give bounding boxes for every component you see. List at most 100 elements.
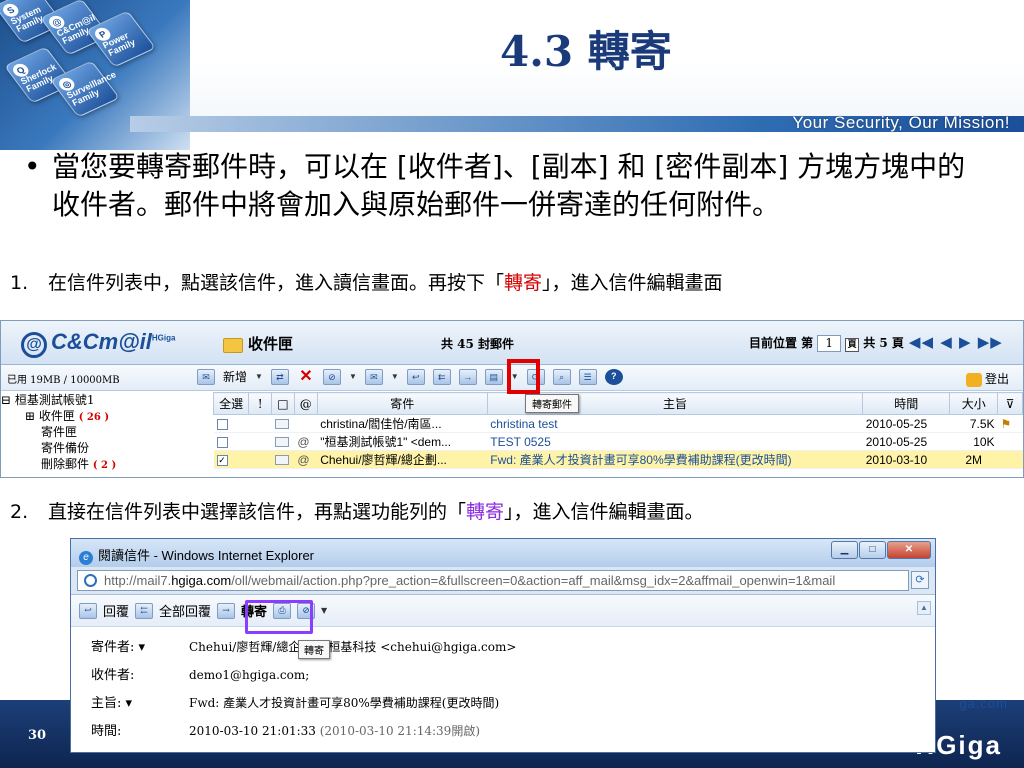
- mail-list-header: 全選 ! □ @ 寄件 主旨 時間 大小 ⊽: [212, 392, 1023, 415]
- chevron-down-icon[interactable]: ▼: [255, 372, 263, 381]
- search-icon[interactable]: ⌕: [552, 368, 571, 385]
- table-row-selected[interactable]: ✓ @ Chehui/廖哲輝/總企劃... Fwd: 產業人才投資計畫可享80%…: [213, 450, 1023, 469]
- step-2: 2. 直接在信件列表中選擇該信件，再點選功能列的「轉寄」，進入信件編輯畫面。: [10, 501, 704, 523]
- forward-tooltip: 轉寄郵件: [525, 394, 579, 413]
- quota-usage: 已用 19MB / 10000MB: [7, 375, 120, 386]
- row-size: 7.5K: [949, 414, 998, 433]
- tree-account[interactable]: ⊟ 桓基測試帳號1: [1, 392, 209, 408]
- key-icon: [965, 372, 982, 387]
- scrollbar-up-arrow[interactable]: ▲: [917, 601, 931, 615]
- tree-sent[interactable]: 寄件備份: [1, 440, 209, 456]
- to-row: 收件者: demo1@hgiga.com;: [91, 668, 310, 683]
- ccmail-logo: @ C&Cm@ilHGiga: [21, 329, 175, 358]
- help-icon[interactable]: ?: [604, 368, 623, 385]
- step-1: 1. 在信件列表中，點選該信件，進入讀信畫面。再按下「轉寄」，進入信件編輯畫面: [10, 272, 723, 294]
- select-all-header[interactable]: 全選: [212, 392, 250, 415]
- chevron-down-icon[interactable]: ▼: [391, 372, 399, 381]
- pagination: 目前位置 第1頁共 5 頁 ◀◀ ◀ ▶ ▶▶: [749, 333, 1003, 352]
- webmail-screenshot: @ C&Cm@ilHGiga 收件匣 共 45 封郵件 目前位置 第1頁共 5 頁…: [0, 320, 1024, 478]
- table-row[interactable]: christina/閻佳怡/南區... christina test 2010-…: [213, 414, 1023, 433]
- page-nav-arrows[interactable]: ◀◀ ◀ ▶ ▶▶: [909, 333, 1003, 351]
- flag-icon: ⚑: [997, 414, 1023, 433]
- row-size: 2M: [949, 450, 998, 469]
- attachment-header[interactable]: @: [293, 392, 318, 415]
- row-checkbox[interactable]: [216, 436, 228, 448]
- ie-titlebar: e 閱讀信件 - Windows Internet Explorer ▁ □ ✕: [71, 539, 935, 567]
- chevron-down-icon[interactable]: ▼: [321, 606, 327, 615]
- new-button[interactable]: 新增: [223, 368, 247, 385]
- delete-icon[interactable]: ✕: [297, 368, 315, 385]
- page-icon: [84, 574, 97, 587]
- row-sender[interactable]: Chehui/廖哲輝/總企劃...: [317, 450, 488, 469]
- forward-icon[interactable]: →: [458, 368, 477, 385]
- reply-all-icon[interactable]: ⇇: [432, 368, 451, 385]
- table-row[interactable]: @ "桓基測試帳號1" <dem... TEST 0525 2010-05-25…: [213, 432, 1023, 451]
- refresh-icon[interactable]: ⟳: [911, 571, 929, 589]
- row-date: 2010-05-25: [862, 432, 950, 451]
- page-number: 30: [28, 728, 47, 743]
- row-checkbox[interactable]: [216, 418, 228, 430]
- reply-icon[interactable]: ↩: [406, 368, 425, 385]
- bullet-text: 當您要轉寄郵件時，可以在 [收件者]、[副本] 和 [密件副本] 方塊方塊中的收…: [52, 150, 966, 221]
- mail-count: 共 45 封郵件: [441, 337, 515, 351]
- attachment-icon: @: [294, 432, 318, 451]
- folder-icon: [223, 337, 243, 353]
- tree-trash[interactable]: 刪除郵件 ( 2 ): [1, 456, 209, 472]
- step-2-keyword: 轉寄: [466, 501, 505, 523]
- close-button[interactable]: ✕: [887, 541, 931, 559]
- block-icon[interactable]: ⊘: [322, 368, 341, 385]
- row-subject[interactable]: TEST 0525: [487, 432, 863, 451]
- status-header[interactable]: □: [271, 392, 295, 415]
- size-header[interactable]: 大小: [949, 392, 999, 415]
- row-date: 2010-03-10: [862, 450, 950, 469]
- date-header[interactable]: 時間: [862, 392, 951, 415]
- row-sender[interactable]: "桓基測試帳號1" <dem...: [317, 432, 488, 451]
- move-icon[interactable]: ⇄: [270, 368, 289, 385]
- mail-list: 全選 ! □ @ 寄件 主旨 時間 大小 ⊽ christina/閻佳怡/南區.…: [212, 392, 1023, 469]
- tree-inbox[interactable]: ⊞ 收件匣 ( 26 ): [1, 408, 209, 424]
- logout-button[interactable]: 登出: [965, 370, 1009, 387]
- envelope-icon: [274, 419, 289, 430]
- reply-all-icon[interactable]: ⇇: [135, 602, 154, 619]
- forward-tooltip: 轉寄: [298, 640, 330, 659]
- motto: Your Security, Our Mission!: [792, 113, 1010, 132]
- reply-all-button[interactable]: 全部回覆: [159, 601, 211, 620]
- view-icon[interactable]: ▤: [484, 368, 503, 385]
- ie-window-screenshot: e 閱讀信件 - Windows Internet Explorer ▁ □ ✕ …: [70, 538, 936, 753]
- maximize-button[interactable]: □: [859, 541, 886, 559]
- filter-header[interactable]: ⊽: [997, 392, 1023, 415]
- tree-outbox[interactable]: 寄件匣: [1, 424, 209, 440]
- row-checkbox[interactable]: ✓: [216, 454, 228, 466]
- go-page-button[interactable]: 頁: [845, 338, 860, 352]
- forward-icon[interactable]: →: [217, 602, 236, 619]
- minimize-button[interactable]: ▁: [831, 541, 858, 559]
- read-mark-icon[interactable]: ✉: [364, 368, 383, 385]
- read-toolbar: ↩ 回覆 ⇇ 全部回覆 → 轉寄 ⎙ ⊘ ▼: [71, 595, 935, 627]
- contacts-icon[interactable]: ☰: [578, 368, 597, 385]
- ie-icon: e: [79, 551, 93, 565]
- toolbar-buttons: ✉ 新增 ▼ ⇄ ✕ ⊘ ▼ ✉ ▼ ↩ ⇇ → ▤ ▼ ⟳ ⌕ ☰ ?: [197, 368, 623, 385]
- row-subject[interactable]: christina test: [487, 414, 863, 433]
- bullet-paragraph: • 當您要轉寄郵件時，可以在 [收件者]、[副本] 和 [密件副本] 方塊方塊中…: [22, 148, 982, 224]
- attachment-icon: @: [294, 450, 318, 469]
- forward-highlight-box: [507, 359, 540, 394]
- envelope-icon: [274, 455, 289, 466]
- row-date: 2010-05-25: [862, 414, 950, 433]
- priority-header[interactable]: !: [248, 392, 273, 415]
- row-subject[interactable]: Fwd: 產業人才投資計畫可享80%學費補助課程(更改時間): [487, 450, 863, 469]
- row-size: 10K: [949, 432, 998, 451]
- url-field[interactable]: http://mail7.hgiga.com/oll/webmail/actio…: [77, 570, 909, 591]
- envelope-icon: [274, 437, 289, 448]
- chevron-down-icon[interactable]: ▼: [349, 372, 357, 381]
- reply-button[interactable]: 回覆: [103, 601, 129, 620]
- step-1-keyword: 轉寄: [504, 272, 543, 294]
- sender-header[interactable]: 寄件: [316, 392, 488, 415]
- at-logo-icon: @: [21, 332, 47, 358]
- page-input[interactable]: 1: [817, 335, 842, 352]
- folder-title: 收件匣: [223, 333, 293, 354]
- row-sender[interactable]: christina/閻佳怡/南區...: [317, 414, 488, 433]
- subject-row: 主旨: ▾ Fwd: 產業人才投資計畫可享80%學費補助課程(更改時間): [91, 696, 500, 711]
- reply-icon[interactable]: ↩: [79, 602, 97, 619]
- new-mail-icon[interactable]: ✉: [197, 368, 215, 385]
- address-bar: http://mail7.hgiga.com/oll/webmail/actio…: [71, 567, 935, 595]
